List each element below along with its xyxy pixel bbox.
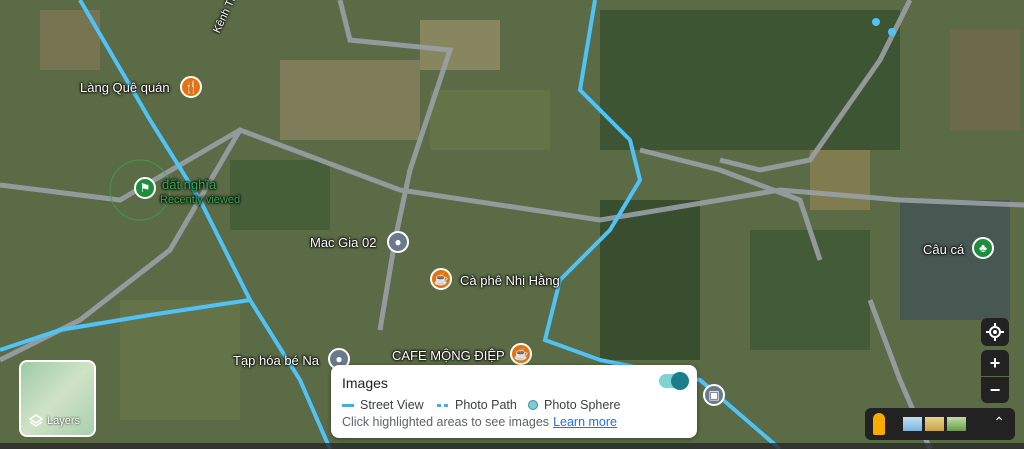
images-hint: Click highlighted areas to see images Lea… bbox=[342, 415, 617, 429]
images-panel-title: Images bbox=[342, 375, 388, 391]
place-label-tap-hoa[interactable]: Tạp hóa bé Na bbox=[233, 353, 319, 368]
zoom-out-button[interactable]: − bbox=[981, 377, 1009, 403]
location-pin-icon[interactable]: ● bbox=[387, 231, 409, 253]
my-location-button[interactable] bbox=[981, 318, 1009, 346]
zoom-in-button[interactable]: + bbox=[981, 350, 1009, 376]
place-label-ca-phe[interactable]: Cà phê Nhị Hằng bbox=[460, 273, 560, 288]
thumbnail-3[interactable] bbox=[947, 417, 966, 431]
images-toggle[interactable] bbox=[659, 372, 689, 390]
place-label-mac-gia[interactable]: Mac Gia 02 bbox=[310, 235, 376, 250]
pegman-icon[interactable] bbox=[873, 413, 885, 435]
restaurant-pin-icon[interactable]: 🍴 bbox=[180, 76, 202, 98]
recently-viewed-label: Recently viewed bbox=[160, 194, 241, 206]
locate-icon bbox=[986, 323, 1004, 341]
cafe-pin-icon[interactable]: ☕ bbox=[430, 268, 452, 290]
solid-line-icon bbox=[342, 403, 354, 407]
images-panel: Images Street View Photo Path Photo Sphe… bbox=[331, 365, 697, 438]
expand-chevron-icon[interactable]: ⌃ bbox=[993, 414, 1005, 431]
street-view-strip: ⌃ bbox=[865, 408, 1015, 440]
bus-stop-icon[interactable]: ▣ bbox=[703, 384, 725, 406]
saved-flag-pin-icon[interactable]: ⚑ bbox=[134, 177, 156, 199]
place-label-dat-nghia[interactable]: đất nghĩa bbox=[162, 177, 216, 192]
park-pin-icon[interactable]: ♣ bbox=[972, 237, 994, 259]
legend-photo-sphere: Photo Sphere bbox=[528, 398, 620, 412]
place-label-cafe-mong-diep[interactable]: CAFE MỘNG ĐIỆP bbox=[392, 348, 505, 363]
layers-label: Layers bbox=[47, 415, 81, 427]
cafe-pin-icon-2[interactable]: ☕ bbox=[510, 343, 532, 365]
layers-button[interactable]: Layers bbox=[19, 360, 96, 437]
place-label-lang-que-quan[interactable]: Làng Quê quán bbox=[80, 80, 170, 95]
learn-more-link[interactable]: Learn more bbox=[553, 415, 617, 429]
legend-street-view: Street View bbox=[342, 398, 424, 412]
attribution-bar bbox=[0, 443, 1024, 449]
photo-sphere-dot-icon bbox=[528, 400, 538, 410]
thumbnail-1[interactable] bbox=[903, 417, 922, 431]
layers-icon bbox=[29, 414, 43, 427]
dashed-line-icon bbox=[437, 403, 449, 407]
place-label-cau-ca[interactable]: Câu cá bbox=[923, 242, 964, 257]
legend-photo-path: Photo Path bbox=[437, 398, 517, 412]
thumbnail-2[interactable] bbox=[925, 417, 944, 431]
